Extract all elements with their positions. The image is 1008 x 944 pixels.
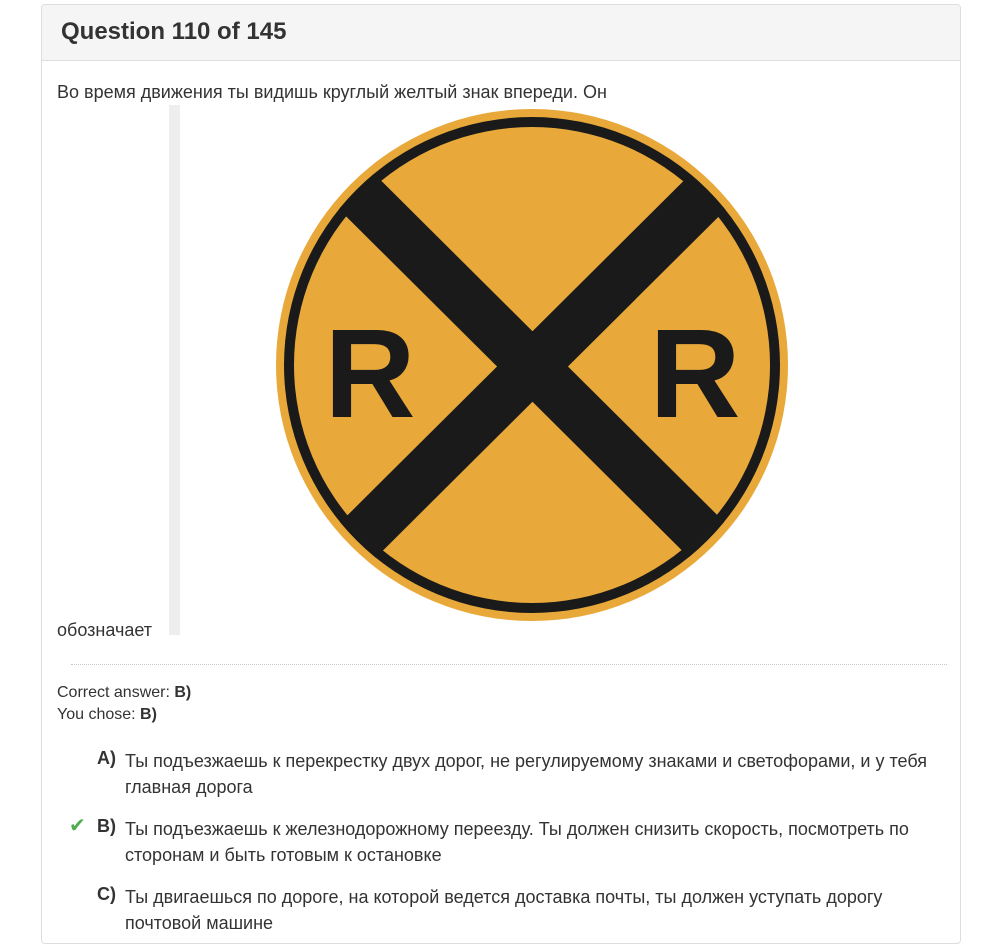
question-text-end: обозначает (57, 620, 152, 640)
sign-letter-right: R (650, 303, 741, 444)
option-letter: A) (97, 748, 116, 768)
correct-answer-value: B) (174, 684, 192, 701)
option-text: Ты подъезжаешь к перекрестку двух дорог,… (125, 751, 927, 797)
divider (71, 664, 947, 665)
question-text: Во время движения ты видишь круглый желт… (57, 82, 607, 102)
correct-answer-label: Correct answer: (57, 684, 170, 701)
option-letter: C) (97, 884, 116, 904)
question-counter-title: Question 110 of 145 (61, 18, 287, 45)
option-text: Ты подъезжаешь к железнодорожному переез… (125, 819, 909, 865)
checkmark-icon: ✔ (69, 815, 86, 837)
result-summary: Correct answer: B) You chose: B) (57, 682, 191, 726)
panel-header: Question 110 of 145 (42, 5, 960, 61)
option-text: Ты двигаешься по дороге, на которой веде… (125, 887, 883, 933)
question-panel: Question 110 of 145 Во время движения ты… (41, 4, 961, 944)
correct-answer-line: Correct answer: B) (57, 682, 191, 704)
railroad-crossing-sign-icon: R R (276, 109, 788, 621)
chosen-answer-value: B) (140, 706, 157, 723)
image-gutter (169, 105, 180, 635)
sign-letter-left: R (325, 303, 416, 444)
chosen-answer-label: You chose: (57, 706, 136, 723)
option-letter: B) (97, 816, 116, 836)
chosen-answer-line: You chose: B) (57, 704, 191, 726)
